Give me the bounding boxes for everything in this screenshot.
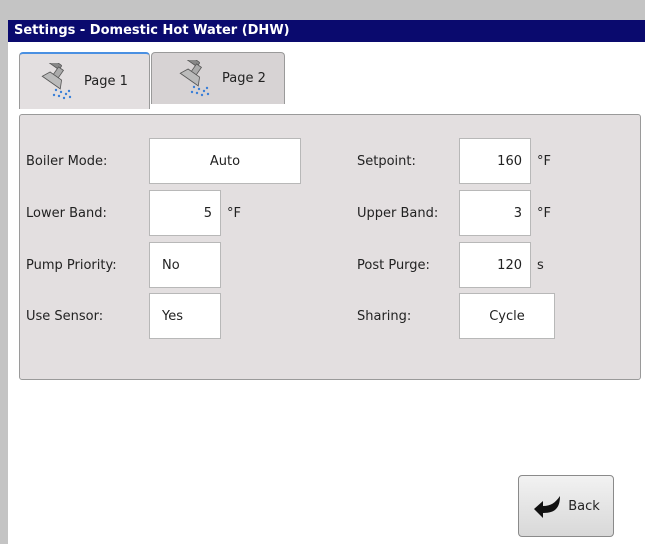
sharing-field[interactable]: Cycle [459,293,555,339]
setpoint-field[interactable]: 160 [459,138,531,184]
shower-head-icon [41,62,72,99]
setpoint-label: Setpoint: [357,154,416,169]
back-arrow-icon [534,496,561,518]
tab-label: Page 2 [222,71,266,86]
upper-band-field[interactable]: 3 [459,190,531,236]
tab-page-1[interactable]: Page 1 [19,52,150,109]
back-button-label: Back [568,498,600,514]
upper-band-unit: °F [537,206,551,221]
dhw-settings-window: Settings - Domestic Hot Water (DHW) Page… [8,20,645,544]
sharing-label: Sharing: [357,309,412,324]
shower-head-icon [179,59,210,96]
tab-label: Page 1 [84,74,128,89]
lower-band-label: Lower Band: [26,206,107,221]
upper-band-label: Upper Band: [357,206,439,221]
post-purge-unit: s [537,258,544,273]
setpoint-unit: °F [537,154,551,169]
boiler-mode-label: Boiler Mode: [26,154,108,169]
pump-priority-label: Pump Priority: [26,258,117,273]
post-purge-label: Post Purge: [357,258,430,273]
tab-page-2[interactable]: Page 2 [151,52,285,104]
window-title: Settings - Domestic Hot Water (DHW) [8,20,645,42]
use-sensor-label: Use Sensor: [26,309,104,324]
use-sensor-field[interactable]: Yes [149,293,221,339]
pump-priority-field[interactable]: No [149,242,221,288]
lower-band-unit: °F [227,206,241,221]
post-purge-field[interactable]: 120 [459,242,531,288]
settings-panel: Boiler Mode: Auto Lower Band: 5 °F Pump … [19,114,641,380]
back-button[interactable]: Back [518,475,614,537]
lower-band-field[interactable]: 5 [149,190,221,236]
boiler-mode-field[interactable]: Auto [149,138,301,184]
